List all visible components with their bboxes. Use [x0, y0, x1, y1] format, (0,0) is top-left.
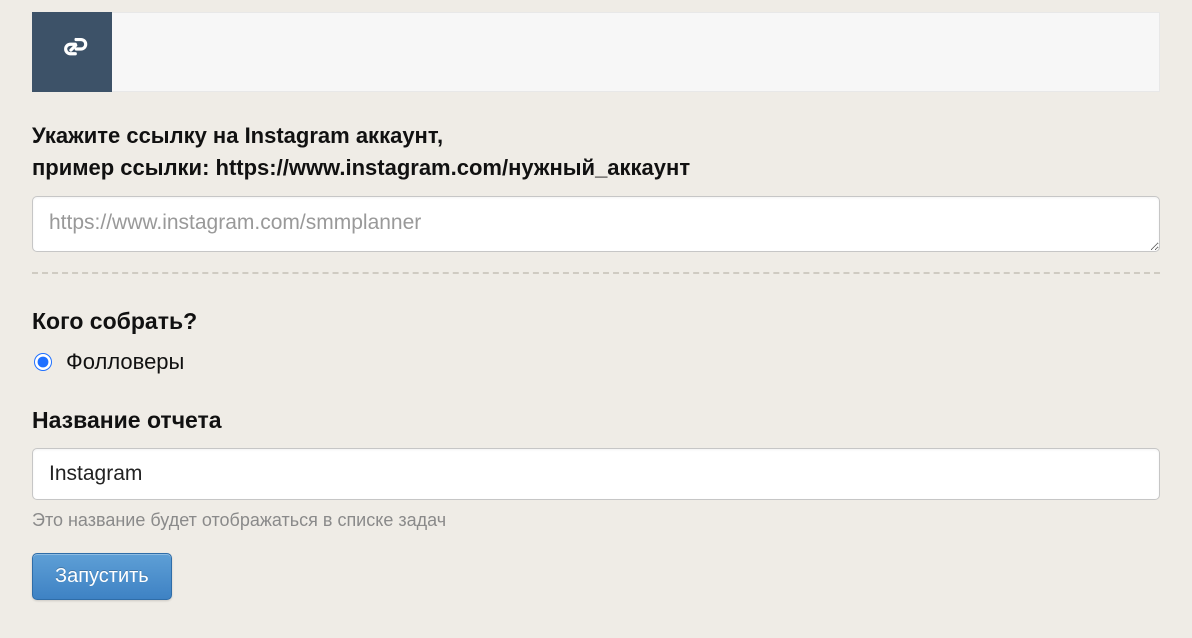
collect-option-followers[interactable]: Фолловеры [32, 349, 1160, 375]
header-icon-box [32, 12, 112, 92]
url-field-label: Укажите ссылку на Instagram аккаунт, при… [32, 120, 1160, 184]
url-label-line-2: пример ссылки: https://www.instagram.com… [32, 155, 690, 180]
followers-radio[interactable] [34, 353, 52, 371]
report-name-input[interactable] [32, 448, 1160, 500]
report-name-help: Это название будет отображаться в списке… [32, 510, 1160, 531]
header-bar [32, 12, 1160, 92]
url-label-line-1: Укажите ссылку на Instagram аккаунт, [32, 123, 443, 148]
section-divider [32, 272, 1160, 274]
instagram-url-input[interactable] [32, 196, 1160, 252]
header-title-area [112, 12, 1160, 92]
followers-radio-label: Фолловеры [66, 349, 184, 375]
link-icon [53, 30, 91, 74]
run-button[interactable]: Запустить [32, 553, 172, 600]
report-name-heading: Название отчета [32, 407, 1160, 434]
collect-heading: Кого собрать? [32, 308, 1160, 335]
